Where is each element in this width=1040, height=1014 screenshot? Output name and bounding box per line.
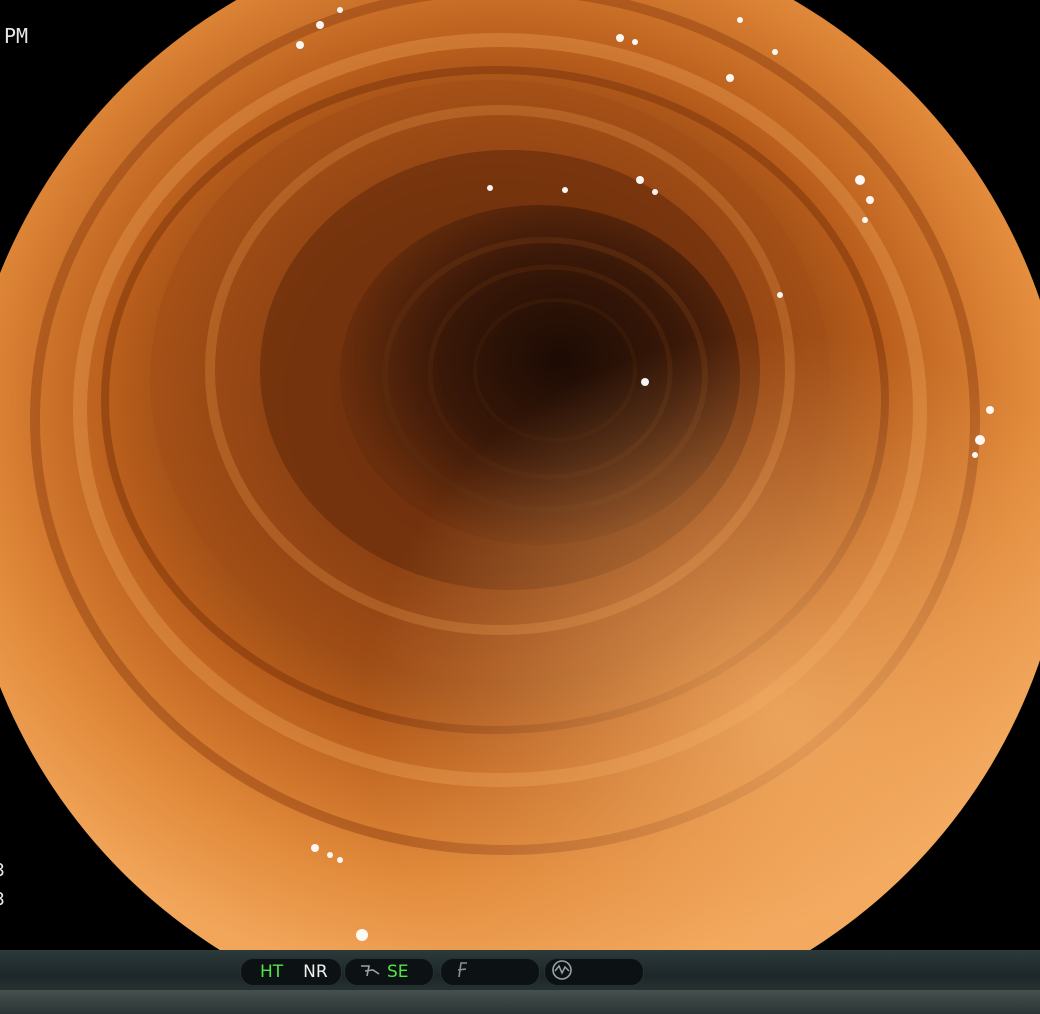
- processor-status-bar: HT NR SE: [0, 950, 1040, 1014]
- status-bar-lower-strip: [0, 990, 1040, 1014]
- enhance-curve-icon: [359, 962, 381, 982]
- ht-indicator: HT: [260, 962, 284, 982]
- side-mark-2: 3: [0, 891, 5, 909]
- endoscope-view: [0, 0, 1040, 950]
- time-label: PM: [4, 24, 29, 48]
- waveform-icon: [551, 959, 573, 985]
- side-mark-1: 3: [0, 862, 5, 880]
- freeze-icon: [455, 961, 471, 983]
- colon-lumen-image: [0, 0, 1040, 950]
- ht-nr-indicator: HT NR: [240, 958, 342, 986]
- waveform-indicator-pill: [544, 958, 644, 986]
- nr-indicator: NR: [303, 962, 328, 982]
- freeze-indicator-pill: [440, 958, 540, 986]
- se-indicator: SE: [387, 962, 409, 982]
- se-indicator-pill: SE: [344, 958, 434, 986]
